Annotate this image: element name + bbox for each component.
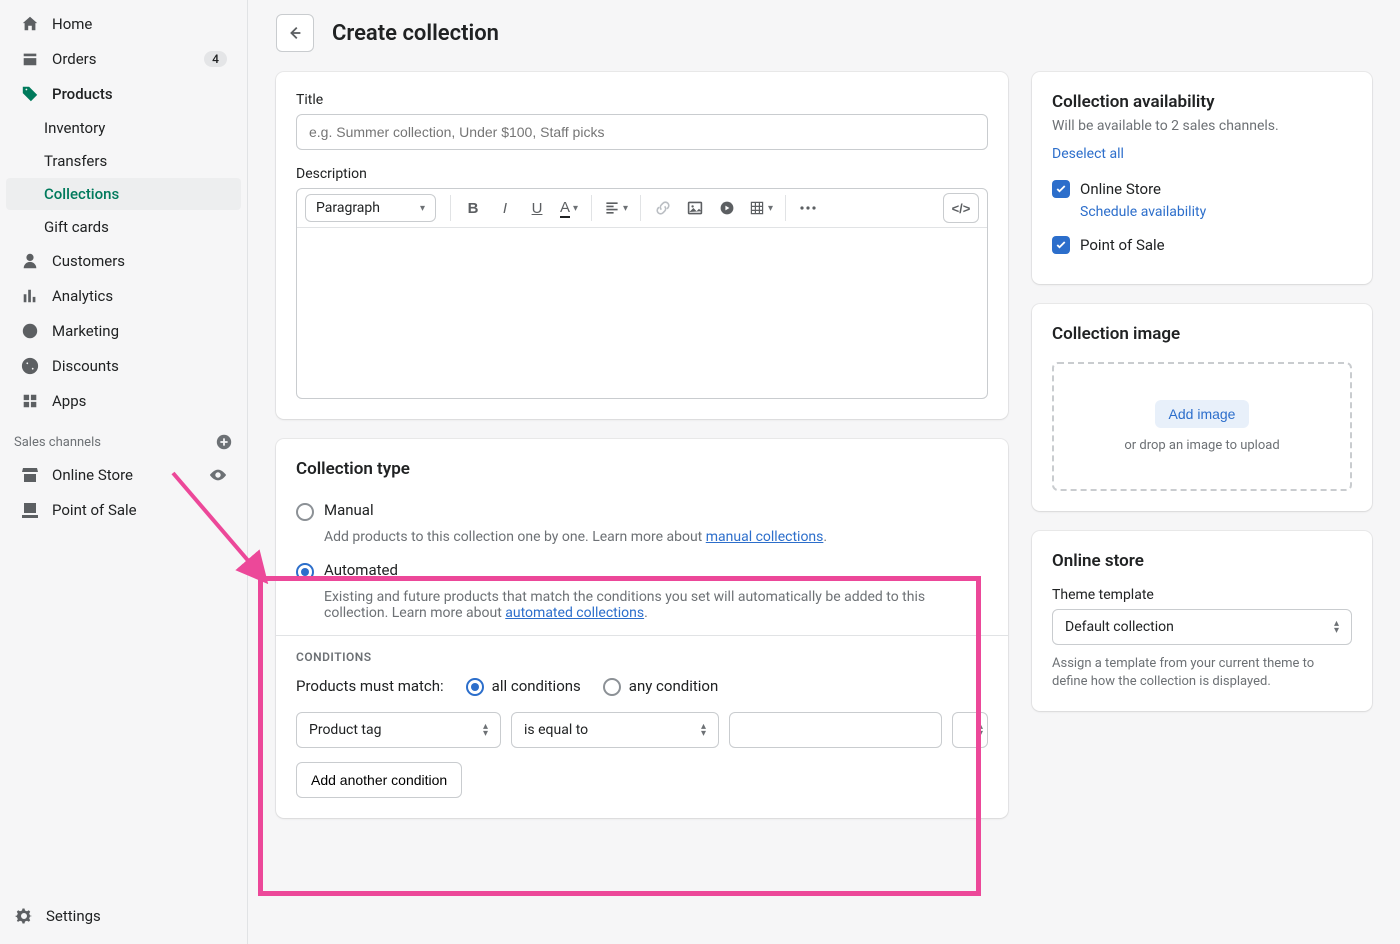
type-automated-radio[interactable]: Automated bbox=[296, 555, 988, 587]
underline-button[interactable]: U bbox=[523, 193, 551, 223]
schedule-availability-link[interactable]: Schedule availability bbox=[1080, 204, 1352, 220]
eye-icon[interactable] bbox=[209, 466, 227, 484]
automated-collections-link[interactable]: automated collections bbox=[505, 605, 644, 621]
orders-badge: 4 bbox=[204, 51, 227, 67]
availability-card: Collection availability Will be availabl… bbox=[1032, 72, 1372, 284]
pos-icon bbox=[20, 500, 40, 520]
nav-apps[interactable]: Apps bbox=[6, 384, 241, 418]
person-icon bbox=[20, 251, 40, 271]
editor-body[interactable] bbox=[297, 228, 987, 398]
gear-icon bbox=[14, 906, 34, 926]
add-condition-button[interactable]: Add another condition bbox=[296, 762, 462, 798]
page-header: Create collection bbox=[248, 0, 1400, 52]
checkbox-icon bbox=[1052, 180, 1070, 198]
automated-description: Existing and future products that match … bbox=[324, 589, 988, 621]
nav-label: Orders bbox=[52, 50, 204, 68]
page-title: Create collection bbox=[332, 21, 499, 46]
nav-transfers[interactable]: Transfers bbox=[6, 145, 241, 177]
nav-gift-cards[interactable]: Gift cards bbox=[6, 211, 241, 243]
checkbox-icon bbox=[1052, 236, 1070, 254]
deselect-all-link[interactable]: Deselect all bbox=[1052, 146, 1124, 162]
radio-icon bbox=[296, 503, 314, 521]
main: Create collection Title Description Para… bbox=[248, 0, 1400, 944]
italic-button[interactable]: I bbox=[491, 193, 519, 223]
match-any-radio[interactable]: any condition bbox=[603, 676, 718, 696]
description-label: Description bbox=[296, 166, 988, 182]
tag-icon bbox=[20, 84, 40, 104]
nav-settings[interactable]: Settings bbox=[0, 891, 247, 944]
nav-inventory[interactable]: Inventory bbox=[6, 112, 241, 144]
availability-pos[interactable]: Point of Sale bbox=[1052, 226, 1352, 264]
paragraph-select[interactable]: Paragraph bbox=[305, 194, 436, 222]
condition-extra-select[interactable]: ▴▾ bbox=[952, 712, 988, 748]
condition-field-select[interactable]: Product tag▴▾ bbox=[296, 712, 501, 748]
target-icon bbox=[20, 321, 40, 341]
nav-analytics[interactable]: Analytics bbox=[6, 279, 241, 313]
channel-online-store[interactable]: Online Store bbox=[6, 458, 241, 492]
nav-discounts[interactable]: Discounts bbox=[6, 349, 241, 383]
nav-marketing[interactable]: Marketing bbox=[6, 314, 241, 348]
editor-toolbar: Paragraph B I U A bbox=[297, 189, 987, 228]
link-button[interactable] bbox=[649, 193, 677, 223]
more-button[interactable] bbox=[794, 193, 822, 223]
collection-type-title: Collection type bbox=[296, 459, 988, 479]
text-color-button[interactable]: A bbox=[555, 193, 583, 223]
arrow-left-icon bbox=[286, 24, 304, 42]
match-all-radio[interactable]: all conditions bbox=[466, 676, 581, 696]
condition-operator-select[interactable]: is equal to▴▾ bbox=[511, 712, 719, 748]
html-button[interactable]: </> bbox=[943, 193, 979, 223]
title-input[interactable] bbox=[296, 114, 988, 150]
condition-row: Product tag▴▾ is equal to▴▾ ▴▾ bbox=[296, 712, 988, 748]
nav-products[interactable]: Products bbox=[6, 77, 241, 111]
table-button[interactable] bbox=[745, 193, 777, 223]
nav-collections[interactable]: Collections bbox=[6, 178, 241, 210]
add-image-button[interactable]: Add image bbox=[1155, 400, 1250, 428]
bold-button[interactable]: B bbox=[459, 193, 487, 223]
channel-pos[interactable]: Point of Sale bbox=[6, 493, 241, 527]
nav-home[interactable]: Home bbox=[6, 7, 241, 41]
chart-icon bbox=[20, 286, 40, 306]
collection-type-card: Collection type Manual Add products to t… bbox=[276, 439, 1008, 818]
type-manual-radio[interactable]: Manual bbox=[296, 495, 988, 527]
collection-image-card: Collection image Add image or drop an im… bbox=[1032, 304, 1372, 511]
home-icon bbox=[20, 14, 40, 34]
image-dropzone[interactable]: Add image or drop an image to upload bbox=[1052, 362, 1352, 491]
image-button[interactable] bbox=[681, 193, 709, 223]
theme-template-select[interactable]: Default collection▴▾ bbox=[1052, 609, 1352, 645]
table-icon bbox=[749, 200, 765, 216]
conditions-header: Conditions bbox=[296, 650, 988, 664]
availability-online-store[interactable]: Online Store bbox=[1052, 170, 1352, 208]
orders-icon bbox=[20, 49, 40, 69]
more-icon bbox=[800, 206, 816, 210]
image-icon bbox=[687, 200, 703, 216]
video-button[interactable] bbox=[713, 193, 741, 223]
online-store-template-card: Online store Theme template Default coll… bbox=[1032, 531, 1372, 711]
title-card: Title Description Paragraph B I U A bbox=[276, 72, 1008, 419]
title-label: Title bbox=[296, 92, 988, 108]
primary-nav: Home Orders 4 Products Inventory Transfe… bbox=[0, 6, 247, 891]
description-editor: Paragraph B I U A bbox=[296, 188, 988, 399]
condition-value-input[interactable] bbox=[729, 712, 942, 748]
nav-orders[interactable]: Orders 4 bbox=[6, 42, 241, 76]
manual-description: Add products to this collection one by o… bbox=[324, 529, 988, 545]
align-icon bbox=[604, 200, 620, 216]
link-icon bbox=[655, 200, 671, 216]
sales-channels-header: Sales channels bbox=[0, 419, 247, 457]
nav-customers[interactable]: Customers bbox=[6, 244, 241, 278]
radio-icon bbox=[466, 678, 484, 696]
align-button[interactable] bbox=[600, 193, 632, 223]
sidebar: Home Orders 4 Products Inventory Transfe… bbox=[0, 0, 248, 944]
discount-icon bbox=[20, 356, 40, 376]
play-icon bbox=[719, 200, 735, 216]
radio-icon bbox=[296, 563, 314, 581]
add-channel-icon[interactable] bbox=[215, 433, 233, 451]
manual-collections-link[interactable]: manual collections bbox=[706, 529, 824, 545]
nav-label: Home bbox=[52, 15, 227, 33]
back-button[interactable] bbox=[276, 14, 314, 52]
store-icon bbox=[20, 465, 40, 485]
radio-icon bbox=[603, 678, 621, 696]
conditions-match-row: Products must match: all conditions any … bbox=[296, 676, 988, 696]
nav-label: Products bbox=[52, 85, 227, 103]
apps-icon bbox=[20, 391, 40, 411]
